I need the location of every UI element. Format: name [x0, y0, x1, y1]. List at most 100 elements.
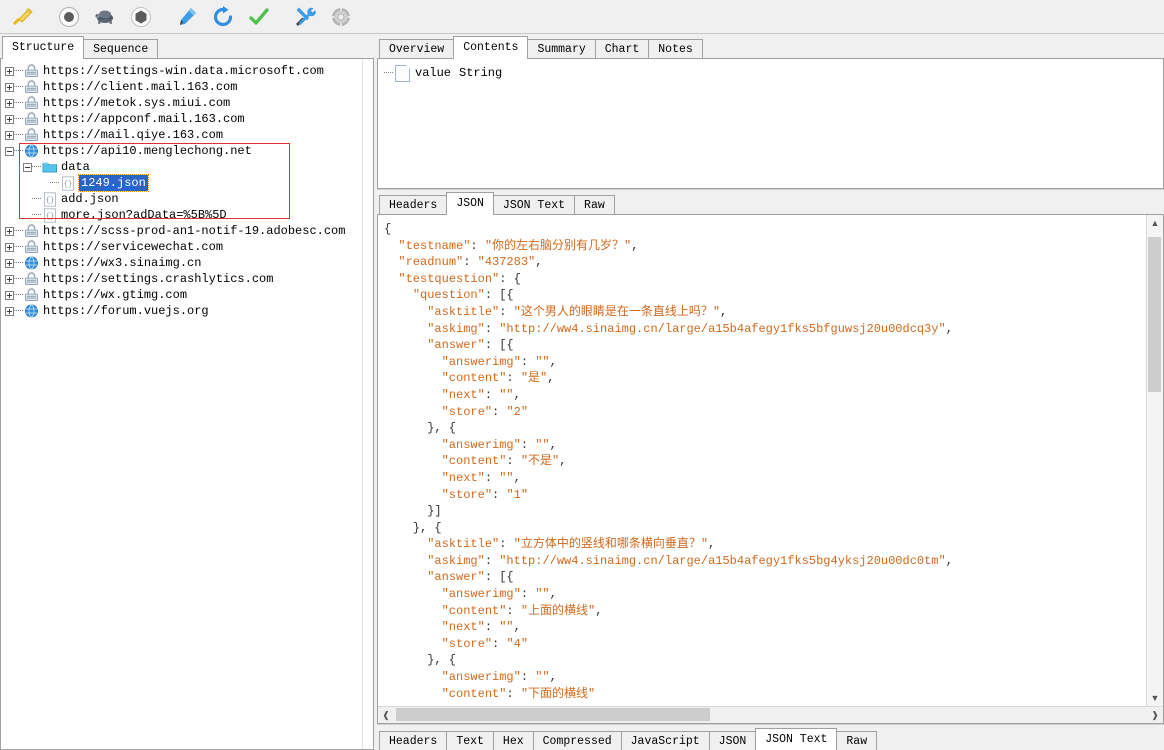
tab-summary[interactable]: Summary — [527, 39, 596, 58]
tree-connector-dash — [14, 294, 23, 296]
tree-vertical-scrollbar[interactable] — [362, 59, 373, 749]
expand-toggle-icon[interactable] — [5, 98, 14, 108]
tree-connector-dash — [14, 278, 23, 280]
expand-toggle-icon[interactable] — [5, 82, 14, 92]
response-tab-javascript[interactable]: JavaScript — [620, 731, 710, 750]
tree-item-label: more.json?adData=%5B%5D — [61, 208, 227, 222]
tree-item[interactable]: {} 1249.json — [1, 174, 373, 192]
tree-item[interactable]: {} more.json?adData=%5B%5D — [1, 207, 373, 223]
lock-host-icon — [23, 128, 40, 143]
response-tabstrip: Headers Text Hex Compressed JavaScript JSON JS… — [377, 724, 1164, 750]
tree-item[interactable]: https://mail.qiye.163.com — [1, 127, 373, 143]
json-horizontal-scrollbar[interactable]: ❰ ❱ — [378, 706, 1163, 723]
tab-overview[interactable]: Overview — [379, 39, 455, 58]
vertical-scroll-track[interactable] — [1147, 231, 1163, 690]
tree-item[interactable]: https://api10.menglechong.net — [1, 143, 373, 159]
session-tree-pane: Structure Sequence https://settings-win.… — [0, 34, 374, 750]
scroll-right-arrow[interactable]: ❱ — [1147, 707, 1163, 723]
session-tree-scroll[interactable]: https://settings-win.data.microsoft.com h… — [0, 59, 374, 750]
request-tab-json-text[interactable]: JSON Text — [492, 195, 576, 214]
repeat-refresh-button[interactable] — [206, 2, 240, 32]
horizontal-scroll-track[interactable] — [394, 707, 1147, 723]
left-tabstrip: Structure Sequence — [0, 34, 374, 59]
json-line: "answer": [{ — [427, 338, 514, 353]
settings-gear-button[interactable] — [324, 2, 358, 32]
response-tab-json-text[interactable]: JSON Text — [755, 728, 838, 750]
lock-host-icon — [23, 240, 40, 255]
json-line: "asktitle": "立方体中的竖线和哪条横向垂直？", — [427, 537, 716, 552]
request-tab-json[interactable]: JSON — [446, 192, 494, 215]
tab-chart[interactable]: Chart — [594, 39, 650, 58]
svg-text:{}: {} — [63, 181, 71, 189]
expand-toggle-icon[interactable] — [5, 114, 14, 124]
globe-host-icon — [23, 144, 40, 159]
folder-icon — [41, 160, 58, 175]
tab-contents[interactable]: Contents — [453, 36, 529, 59]
record-button[interactable] — [52, 2, 86, 32]
upper-tree-node[interactable]: value String — [384, 64, 1163, 82]
json-vertical-scrollbar[interactable]: ▲ ▼ — [1146, 215, 1163, 706]
request-tab-raw[interactable]: Raw — [574, 195, 615, 214]
tree-connector-dash — [14, 150, 23, 152]
lock-host-icon — [23, 64, 40, 79]
response-tab-hex[interactable]: Hex — [492, 731, 534, 750]
expand-toggle-icon[interactable] — [5, 258, 14, 268]
collapse-toggle-icon[interactable] — [23, 162, 32, 172]
tree-item[interactable]: https://settings.crashlytics.com — [1, 271, 373, 287]
validate-checkmark-button[interactable] — [242, 2, 276, 32]
tree-item[interactable]: https://metok.sys.miui.com — [1, 95, 373, 111]
collapse-toggle-icon[interactable] — [5, 146, 14, 156]
json-text-content[interactable]: { "testname": "你的左右脑分别有几岁？", "readnum": … — [378, 215, 1146, 706]
scroll-down-arrow[interactable]: ▼ — [1147, 690, 1163, 706]
response-tab-raw[interactable]: Raw — [836, 731, 878, 750]
expand-toggle-icon[interactable] — [5, 242, 14, 252]
json-file-icon: {} — [59, 175, 76, 191]
tree-item-label: https://settings-win.data.microsoft.com — [43, 64, 324, 78]
tree-item[interactable]: https://wx.gtimg.com — [1, 287, 373, 303]
expand-toggle-icon[interactable] — [5, 306, 14, 316]
response-tab-headers[interactable]: Headers — [379, 731, 448, 750]
scroll-left-arrow[interactable]: ❰ — [378, 707, 394, 723]
tab-structure[interactable]: Structure — [2, 36, 85, 59]
tree-item[interactable]: data — [1, 159, 373, 175]
tree-item[interactable]: https://scss-prod-an1-notif-19.adobesc.c… — [1, 223, 373, 239]
json-line: "next": "", — [441, 620, 521, 635]
tree-connector-dash — [14, 102, 23, 104]
response-tab-json[interactable]: JSON — [708, 731, 757, 750]
tree-item[interactable]: https://forum.vuejs.org — [1, 303, 373, 319]
tree-item[interactable]: https://client.mail.163.com — [1, 79, 373, 95]
tree-item[interactable]: https://settings-win.data.microsoft.com — [1, 63, 373, 79]
json-line: "readnum": "437283", — [398, 255, 543, 270]
compose-pen-button[interactable] — [170, 2, 204, 32]
stop-hexagon-button[interactable] — [124, 2, 158, 32]
tree-item-label: data — [61, 160, 90, 174]
tree-connector-dash — [14, 310, 23, 312]
tree-item-label: https://metok.sys.miui.com — [43, 96, 231, 110]
tree-item[interactable]: https://servicewechat.com — [1, 239, 373, 255]
response-tab-compressed[interactable]: Compressed — [532, 731, 622, 750]
expand-toggle-icon[interactable] — [5, 130, 14, 140]
expand-toggle-icon[interactable] — [5, 290, 14, 300]
tree-item[interactable]: https://appconf.mail.163.com — [1, 111, 373, 127]
tree-item[interactable]: https://wx3.sinaimg.cn — [1, 255, 373, 271]
request-structure-tree[interactable]: value String — [377, 59, 1164, 189]
scroll-up-arrow[interactable]: ▲ — [1147, 215, 1163, 231]
lock-host-icon — [23, 272, 40, 287]
tab-sequence[interactable]: Sequence — [83, 39, 159, 58]
lock-host-icon — [23, 112, 40, 127]
throttle-turtle-button[interactable] — [88, 2, 122, 32]
expand-toggle-icon[interactable] — [5, 226, 14, 236]
clear-session-button[interactable] — [6, 2, 40, 32]
json-line: "question": [{ — [412, 288, 514, 303]
expand-toggle-icon[interactable] — [5, 274, 14, 284]
tree-item[interactable]: {} add.json — [1, 191, 373, 207]
vertical-scroll-thumb[interactable] — [1148, 237, 1161, 392]
json-line: }] — [384, 504, 442, 519]
horizontal-scroll-thumb[interactable] — [396, 708, 710, 721]
request-tab-headers[interactable]: Headers — [379, 195, 448, 214]
response-tab-text[interactable]: Text — [446, 731, 494, 750]
tab-notes[interactable]: Notes — [648, 39, 703, 58]
expand-toggle-icon[interactable] — [5, 66, 14, 76]
tools-button[interactable] — [288, 2, 322, 32]
json-line: "store": "4" — [441, 636, 529, 651]
